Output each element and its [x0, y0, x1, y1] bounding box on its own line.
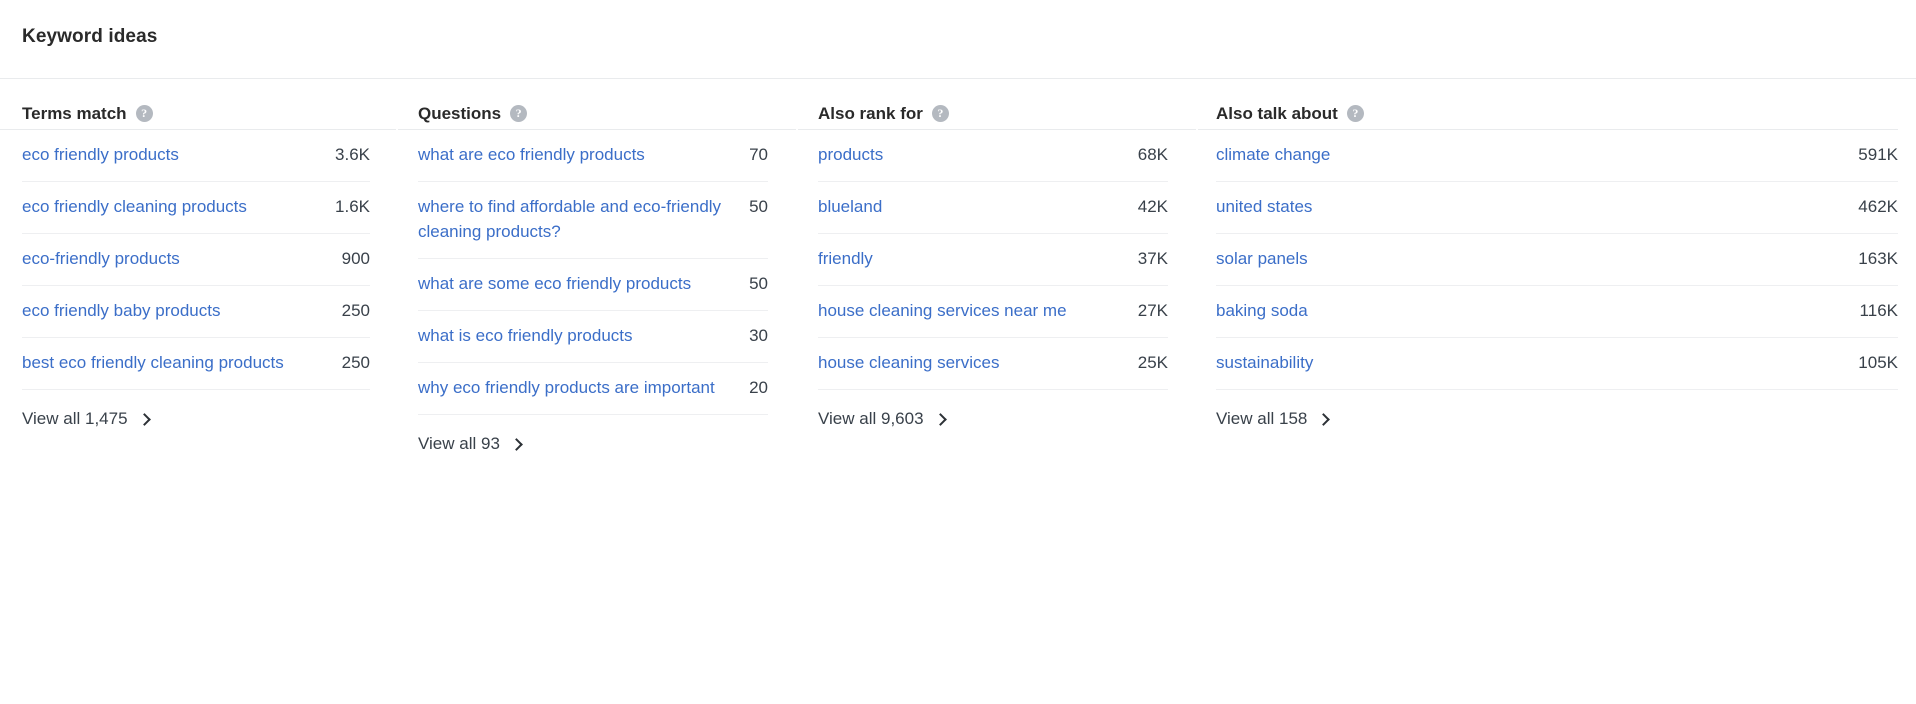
view-all-label: View all 1,475 [22, 408, 128, 428]
keyword-link[interactable]: blueland [818, 195, 1124, 220]
help-icon[interactable]: ? [135, 105, 153, 122]
column-questions: Questions ? what are eco friendly produc… [398, 79, 798, 454]
column-header-label: Terms match [22, 103, 127, 123]
column-header-terms-match: Terms match ? [22, 79, 370, 129]
view-all-link[interactable]: View all 93 [418, 433, 523, 454]
keyword-volume: 68K [1137, 145, 1168, 164]
keyword-link[interactable]: what are eco friendly products [418, 143, 735, 168]
table-row[interactable]: eco friendly baby products 250 [22, 286, 370, 338]
column-header-questions: Questions ? [418, 79, 768, 129]
table-row[interactable]: house cleaning services near me 27K [818, 286, 1168, 338]
table-row[interactable]: climate change 591K [1216, 130, 1898, 182]
keyword-ideas-panel: Keyword ideas Terms match ? eco friendly… [0, 0, 1916, 704]
view-all-link[interactable]: View all 9,603 [818, 408, 947, 429]
keyword-ideas-columns: Terms match ? eco friendly products 3.6K… [0, 79, 1916, 454]
help-icon-glyph: ? [515, 106, 522, 120]
keyword-volume: 105K [1858, 352, 1898, 372]
keyword-volume: 462K [1858, 196, 1898, 216]
table-row[interactable]: sustainability 105K [1216, 338, 1898, 390]
keyword-volume: 1.6K [335, 196, 370, 216]
column-also-talk-about: Also talk about ? climate change 591K un… [1198, 79, 1898, 454]
keyword-link[interactable]: friendly [818, 247, 1124, 272]
help-icon[interactable]: ? [1346, 105, 1364, 122]
table-row[interactable]: house cleaning services 25K [818, 338, 1168, 390]
table-row[interactable]: what are eco friendly products 70 [418, 130, 768, 182]
help-icon-glyph: ? [1352, 106, 1359, 120]
keyword-link[interactable]: house cleaning services near me [818, 299, 1124, 324]
chevron-right-icon [1317, 413, 1331, 427]
view-all-link[interactable]: View all 158 [1216, 408, 1331, 429]
help-icon-glyph: ? [141, 106, 148, 120]
keyword-volume: 591K [1858, 145, 1898, 164]
keyword-link[interactable]: eco-friendly products [22, 247, 328, 272]
keyword-link[interactable]: sustainability [1216, 351, 1844, 376]
table-row[interactable]: what is eco friendly products 30 [418, 311, 768, 363]
help-icon[interactable]: ? [931, 105, 949, 122]
keyword-volume: 70 [749, 145, 768, 164]
table-row[interactable]: why eco friendly products are important … [418, 363, 768, 415]
keyword-link[interactable]: products [818, 143, 1124, 168]
keyword-link[interactable]: eco friendly baby products [22, 299, 328, 324]
keyword-volume: 116K [1859, 300, 1898, 320]
table-row[interactable]: baking soda 116K [1216, 286, 1898, 338]
column-header-also-talk-about: Also talk about ? [1216, 79, 1898, 129]
column-header-also-rank-for: Also rank for ? [818, 79, 1168, 129]
keyword-volume: 250 [341, 352, 370, 372]
keyword-volume: 3.6K [335, 145, 370, 164]
column-header-label: Also rank for [818, 103, 923, 123]
keyword-link[interactable]: what is eco friendly products [418, 324, 735, 349]
keyword-volume: 27K [1137, 300, 1168, 320]
keyword-volume: 20 [749, 377, 768, 397]
column-terms-match: Terms match ? eco friendly products 3.6K… [0, 79, 398, 454]
table-row[interactable]: blueland 42K [818, 182, 1168, 234]
table-row[interactable]: products 68K [818, 130, 1168, 182]
view-all-label: View all 93 [418, 433, 500, 453]
keyword-link[interactable]: baking soda [1216, 299, 1846, 324]
table-row[interactable]: friendly 37K [818, 234, 1168, 286]
table-row[interactable]: eco friendly products 3.6K [22, 130, 370, 182]
table-row[interactable]: solar panels 163K [1216, 234, 1898, 286]
keyword-volume: 42K [1137, 196, 1168, 216]
table-row[interactable]: eco friendly cleaning products 1.6K [22, 182, 370, 234]
table-row[interactable]: where to find affordable and eco-friendl… [418, 182, 768, 259]
keyword-volume: 900 [341, 248, 370, 268]
chevron-right-icon [137, 413, 151, 427]
keyword-link[interactable]: eco friendly cleaning products [22, 195, 321, 220]
keyword-volume: 50 [749, 273, 768, 293]
keyword-volume: 30 [749, 325, 768, 345]
keyword-link[interactable]: solar panels [1216, 247, 1844, 272]
keyword-link[interactable]: climate change [1216, 143, 1844, 168]
table-row[interactable]: eco-friendly products 900 [22, 234, 370, 286]
keyword-volume: 37K [1137, 248, 1168, 268]
table-row[interactable]: what are some eco friendly products 50 [418, 259, 768, 311]
page-title: Keyword ideas [22, 26, 158, 47]
column-also-rank-for: Also rank for ? products 68K blueland 42… [798, 79, 1198, 454]
table-row[interactable]: united states 462K [1216, 182, 1898, 234]
keyword-link[interactable]: best eco friendly cleaning products [22, 351, 328, 376]
keyword-volume: 25K [1137, 352, 1168, 372]
view-all-label: View all 9,603 [818, 408, 924, 428]
keyword-link[interactable]: eco friendly products [22, 143, 321, 168]
column-header-label: Questions [418, 103, 502, 123]
keyword-volume: 163K [1858, 248, 1898, 268]
help-icon[interactable]: ? [510, 105, 528, 122]
chevron-right-icon [510, 438, 523, 452]
view-all-link[interactable]: View all 1,475 [22, 408, 151, 429]
keyword-link[interactable]: united states [1216, 195, 1844, 220]
table-row[interactable]: best eco friendly cleaning products 250 [22, 338, 370, 390]
keyword-link[interactable]: where to find affordable and eco-friendl… [418, 195, 735, 245]
chevron-right-icon [933, 413, 947, 427]
keyword-link[interactable]: why eco friendly products are important [418, 376, 735, 401]
keyword-link[interactable]: what are some eco friendly products [418, 272, 735, 297]
keyword-volume: 50 [749, 196, 768, 216]
keyword-volume: 250 [341, 300, 370, 320]
view-all-label: View all 158 [1216, 408, 1308, 428]
help-icon-glyph: ? [937, 106, 944, 120]
column-header-label: Also talk about [1216, 103, 1338, 123]
keyword-link[interactable]: house cleaning services [818, 351, 1124, 376]
